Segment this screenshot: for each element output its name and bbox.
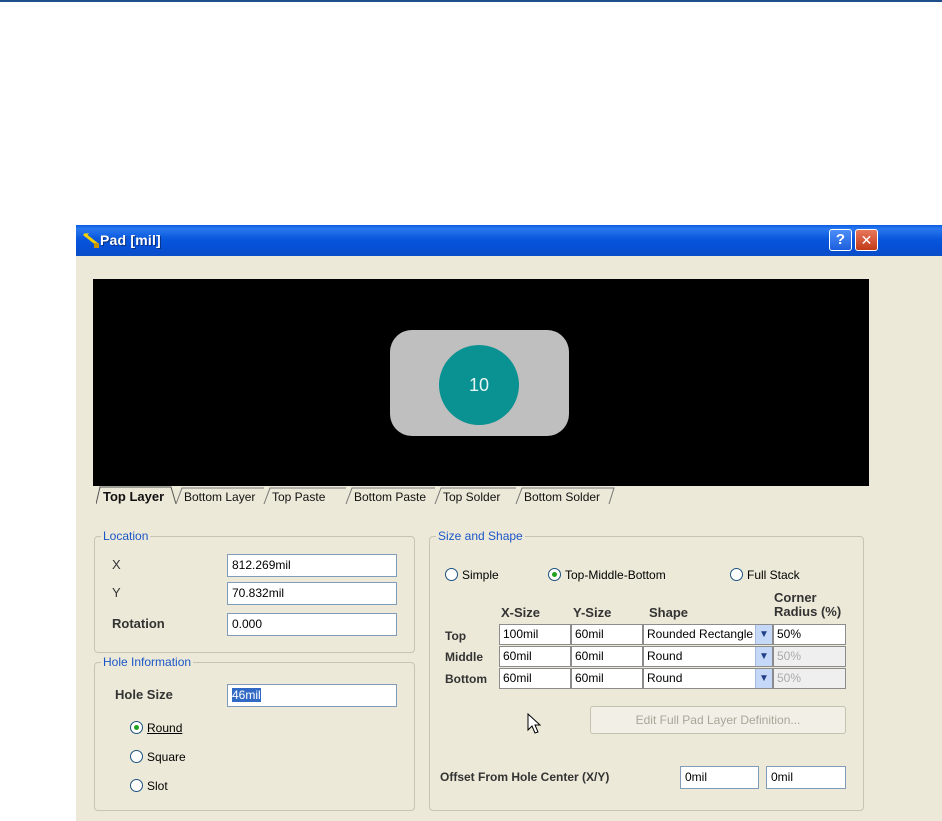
col-header-shape: Shape (649, 605, 689, 620)
middle-shape-value: Round (647, 649, 683, 663)
pad-number: 10 (468, 375, 490, 395)
row-header-top: Top (445, 629, 467, 643)
dropdown-arrow-icon[interactable]: ▼ (755, 625, 772, 644)
hole-size-input[interactable]: 46mil (227, 684, 397, 707)
offset-label: Offset From Hole Center (X/Y) (440, 770, 610, 784)
close-button[interactable]: ✕ (855, 229, 878, 251)
hole-information-legend: Hole Information (101, 655, 194, 669)
top-x-size-cell[interactable]: 100mil (499, 624, 571, 645)
mouse-pointer-icon (527, 713, 542, 734)
offset-x-input[interactable]: 0mil (680, 766, 759, 789)
radio-unselected-icon (130, 779, 143, 792)
top-border-line (0, 0, 942, 2)
tab-top-paste[interactable]: Top Paste (272, 490, 325, 504)
pad-hole-circle: 10 (439, 345, 519, 425)
col-header-x-size: X-Size (501, 605, 541, 620)
mode-simple-label: Simple (462, 568, 499, 582)
mode-top-middle-bottom-radio[interactable]: Top-Middle-Bottom (548, 568, 666, 582)
x-input[interactable]: 812.269mil (227, 554, 397, 577)
window-title: Pad [mil] (100, 232, 161, 248)
hole-slot-label: Slot (147, 779, 168, 793)
bottom-corner-radius-cell: 50% (773, 668, 846, 689)
radio-unselected-icon (130, 750, 143, 763)
x-label: X (112, 557, 121, 572)
hole-size-label: Hole Size (115, 687, 173, 702)
col-header-corner: Corner (774, 590, 817, 605)
tab-bottom-paste[interactable]: Bottom Paste (354, 490, 426, 504)
row-header-bottom: Bottom (445, 672, 487, 686)
tab-bottom-layer[interactable]: Bottom Layer (184, 490, 255, 504)
location-legend: Location (101, 529, 151, 543)
bottom-shape-combo[interactable]: Round (643, 668, 773, 689)
mode-top-middle-bottom-label: Top-Middle-Bottom (565, 568, 666, 582)
rotation-label: Rotation (112, 616, 165, 631)
col-header-y-size: Y-Size (573, 605, 612, 620)
size-and-shape-group: Size and Shape Simple Top-Middle-Bottom … (429, 529, 864, 811)
mode-simple-radio[interactable]: Simple (445, 568, 499, 582)
title-bar[interactable]: Pad [mil] ? ✕ (76, 225, 942, 256)
middle-x-size-cell[interactable]: 60mil (499, 646, 571, 667)
top-shape-value: Rounded Rectangle (647, 627, 754, 641)
radio-selected-icon (548, 568, 561, 581)
help-icon: ? (835, 231, 846, 248)
location-group: Location X 812.269mil Y 70.832mil Rotati… (94, 529, 415, 653)
tab-bottom-solder[interactable]: Bottom Solder (524, 490, 600, 504)
bottom-y-size-cell[interactable]: 60mil (571, 668, 643, 689)
dropdown-arrow-icon[interactable]: ▼ (755, 669, 772, 688)
hole-round-label: Round (147, 721, 183, 735)
dropdown-arrow-icon[interactable]: ▼ (755, 647, 772, 666)
offset-y-input[interactable]: 0mil (766, 766, 846, 789)
tab-top-layer[interactable]: Top Layer (103, 489, 164, 504)
help-button[interactable]: ? (829, 229, 852, 251)
hole-information-group: Hole Information Hole Size 46mil Round S… (94, 655, 415, 811)
hole-slot-radio[interactable]: Slot (130, 779, 168, 793)
radio-unselected-icon (730, 568, 743, 581)
hole-square-label: Square (147, 750, 186, 764)
tab-top-solder[interactable]: Top Solder (443, 490, 500, 504)
middle-corner-radius-cell: 50% (773, 646, 846, 667)
bottom-shape-value: Round (647, 671, 683, 685)
row-header-middle: Middle (445, 650, 483, 664)
pad-tool-icon (83, 232, 99, 248)
pad-dialog: Pad [mil] ? ✕ 10 Top Layer Bottom Layer … (76, 225, 942, 821)
rotation-input[interactable]: 0.000 (227, 613, 397, 636)
edit-full-pad-layer-button[interactable]: Edit Full Pad Layer Definition... (590, 706, 846, 734)
pad-preview: 10 (93, 279, 869, 486)
radio-unselected-icon (445, 568, 458, 581)
y-label: Y (112, 585, 121, 600)
top-shape-combo[interactable]: Rounded Rectangle (643, 624, 773, 645)
radio-selected-icon (130, 721, 143, 734)
hole-square-radio[interactable]: Square (130, 750, 186, 764)
middle-shape-combo[interactable]: Round (643, 646, 773, 667)
close-icon: ✕ (860, 232, 873, 248)
mode-full-stack-radio[interactable]: Full Stack (730, 568, 800, 582)
middle-y-size-cell[interactable]: 60mil (571, 646, 643, 667)
y-input[interactable]: 70.832mil (227, 582, 397, 605)
top-corner-radius-cell[interactable]: 50% (773, 624, 846, 645)
hole-round-radio[interactable]: Round (130, 721, 182, 735)
mode-full-stack-label: Full Stack (747, 568, 800, 582)
top-y-size-cell[interactable]: 60mil (571, 624, 643, 645)
hole-size-value: 46mil (232, 688, 261, 702)
size-and-shape-legend: Size and Shape (436, 529, 525, 543)
col-header-radius: Radius (%) (774, 604, 842, 619)
bottom-x-size-cell[interactable]: 60mil (499, 668, 571, 689)
